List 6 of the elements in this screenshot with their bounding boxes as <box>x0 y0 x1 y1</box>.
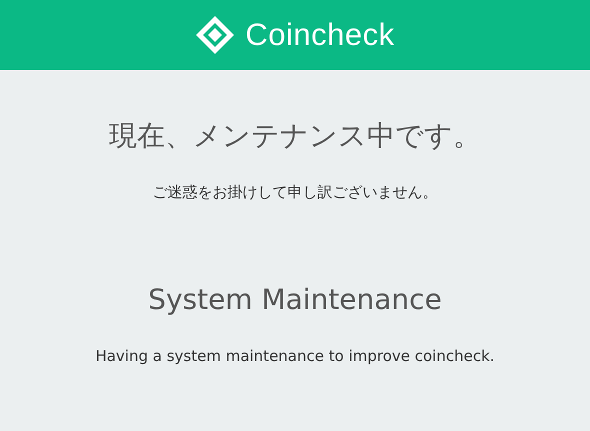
section-title: System Maintenance <box>148 282 442 318</box>
section-message: ご迷惑をお掛けして申し訳ございません。 <box>152 182 438 202</box>
section-message: Having a system maintenance to improve coincheck. <box>95 346 495 366</box>
logo-icon <box>195 15 236 55</box>
brand-name: Coincheck <box>245 16 395 54</box>
section-title: 現在、メンテナンス中です。 <box>109 118 481 154</box>
